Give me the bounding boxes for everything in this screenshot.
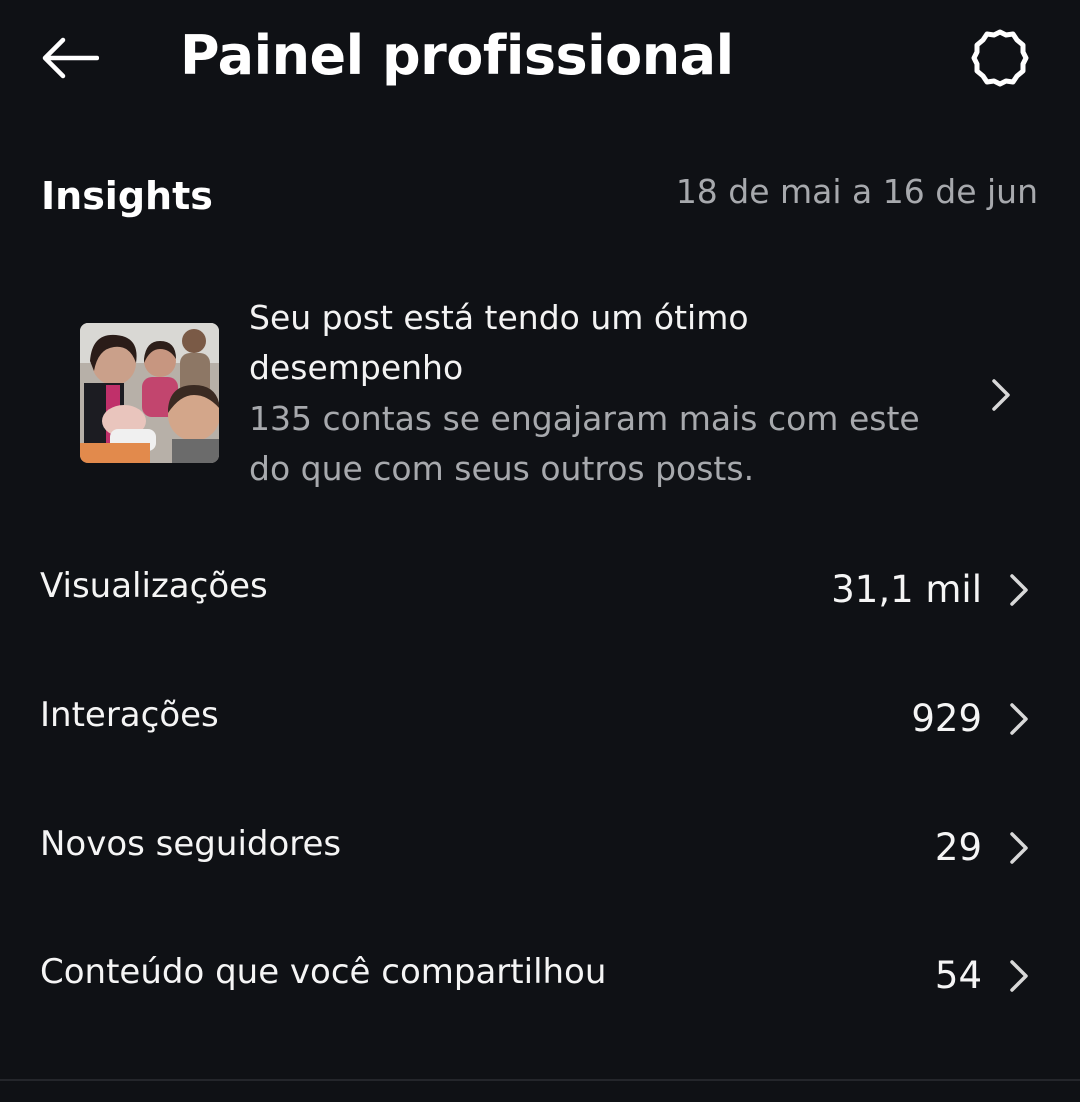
metric-label: Novos seguidores (40, 824, 342, 864)
highlight-title: Seu post está tendo um ótimo desempenho (249, 298, 749, 387)
section-divider (0, 1079, 1080, 1081)
metric-label: Visualizações (40, 566, 268, 606)
chevron-right-icon (1010, 960, 1028, 992)
metric-row-novos-seguidores[interactable]: Novos seguidores 29 (0, 794, 1080, 894)
post-thumbnail (80, 323, 219, 463)
metric-row-interacoes[interactable]: Interações 929 (0, 665, 1080, 765)
metric-label: Interações (40, 695, 219, 735)
chevron-right-icon (992, 379, 1010, 411)
gear-icon (971, 29, 1029, 87)
metric-value: 29 (934, 826, 982, 869)
metric-row-conteudo-compartilhado[interactable]: Conteúdo que você compartilhou 54 (0, 922, 1080, 1022)
metric-value: 31,1 mil (831, 568, 982, 611)
arrow-left-icon (42, 37, 99, 79)
back-button[interactable] (30, 22, 110, 94)
chevron-right-icon (1010, 574, 1028, 606)
chevron-right-icon (1010, 832, 1028, 864)
metric-value: 929 (911, 697, 982, 740)
date-range[interactable]: 18 de mai a 16 de jun (676, 168, 1038, 216)
header: Painel profissional (0, 0, 1080, 115)
settings-button[interactable] (958, 18, 1042, 98)
metric-row-visualizacoes[interactable]: Visualizações 31,1 mil (0, 536, 1080, 636)
metric-label: Conteúdo que você compartilhou (40, 952, 607, 992)
highlight-description: 135 contas se engajaram mais com este do… (249, 399, 920, 488)
insights-title: Insights (41, 174, 213, 218)
chevron-right-icon (1010, 703, 1028, 735)
metric-value: 54 (934, 954, 982, 997)
page-title: Painel profissional (180, 24, 734, 87)
post-highlight-card[interactable]: Seu post está tendo um ótimo desempenho … (60, 290, 1040, 500)
